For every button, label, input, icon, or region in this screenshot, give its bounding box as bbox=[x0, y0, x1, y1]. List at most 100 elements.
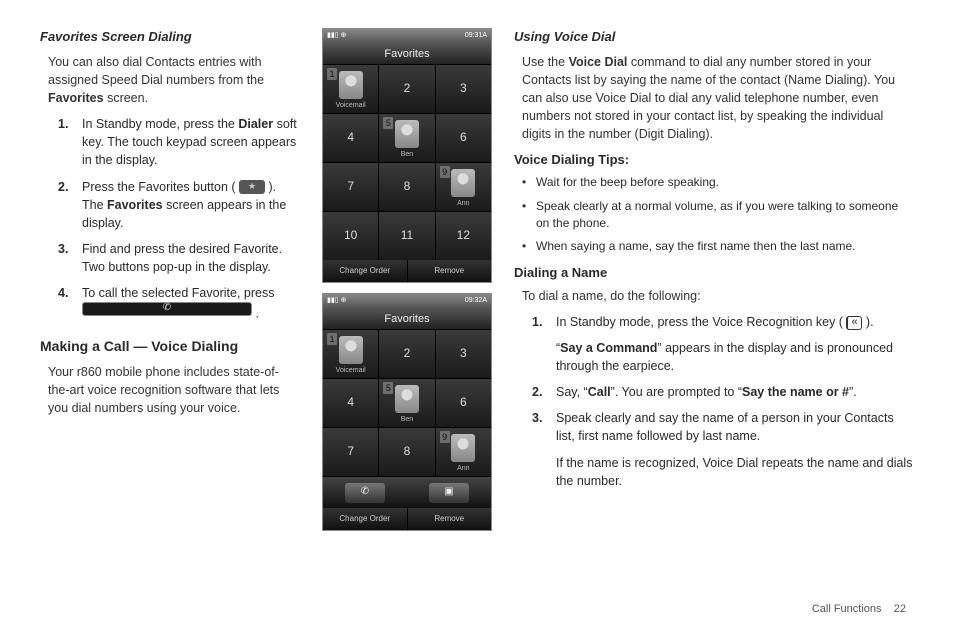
fav-cell[interactable]: 12 bbox=[436, 212, 491, 260]
t: If the name is recognized, Voice Dial re… bbox=[556, 454, 914, 490]
t: Press the Favorites button ( bbox=[82, 180, 239, 194]
avatar-icon bbox=[451, 169, 475, 197]
tips-list: Wait for the beep before speaking. Speak… bbox=[522, 174, 914, 256]
dstep-1: 1.In Standby mode, press the Voice Recog… bbox=[532, 313, 914, 375]
fav-cell[interactable]: 7 bbox=[323, 428, 378, 476]
cell-label: Ann bbox=[436, 199, 491, 209]
voice-intro: Your r860 mobile phone includes state-of… bbox=[48, 363, 300, 417]
fav-cell[interactable]: 3 bbox=[436, 65, 491, 113]
fav-cell[interactable]: 9Ann bbox=[436, 428, 491, 476]
popup-info-button[interactable]: ▣ bbox=[429, 483, 469, 503]
popup-call-button[interactable]: ✆ bbox=[345, 483, 385, 503]
t: Favorites bbox=[48, 91, 104, 105]
heading-voice-dialing: Making a Call — Voice Dialing bbox=[40, 336, 300, 356]
t: . bbox=[252, 307, 259, 321]
fav-cell[interactable]: 8 bbox=[379, 163, 434, 211]
t: Favorites bbox=[107, 198, 163, 212]
t: Call bbox=[588, 385, 611, 399]
t: ”. bbox=[849, 385, 857, 399]
fav-cell[interactable]: 2 bbox=[379, 65, 434, 113]
fav-cell[interactable]: 3 bbox=[436, 330, 491, 378]
bottom-bar: Change OrderRemove bbox=[323, 260, 491, 282]
remove-button[interactable]: Remove bbox=[408, 260, 492, 282]
t: Speak clearly and say the name of a pers… bbox=[556, 411, 894, 443]
status-bar: ▮▮▯ ⊕09:32A bbox=[323, 294, 491, 308]
call-icon bbox=[82, 302, 252, 316]
fav-cell[interactable]: 5Ben bbox=[379, 379, 434, 427]
step-1: 1.In Standby mode, press the Dialer soft… bbox=[58, 115, 300, 169]
t: Dialer bbox=[238, 117, 273, 131]
status-time: 09:31A bbox=[465, 31, 487, 41]
cell-label: Voicemail bbox=[323, 366, 378, 376]
footer-page: 22 bbox=[894, 603, 906, 615]
tip-item: Wait for the beep before speaking. bbox=[522, 174, 914, 191]
fav-cell[interactable]: 1Voicemail bbox=[323, 65, 378, 113]
fav-cell[interactable]: 8 bbox=[379, 428, 434, 476]
t: screen. bbox=[104, 91, 148, 105]
right-column: Using Voice Dial Use the Voice Dial comm… bbox=[514, 28, 914, 616]
t: Use the bbox=[522, 55, 569, 69]
t: Voice Dial bbox=[569, 55, 628, 69]
fav-cell[interactable]: 5Ben bbox=[379, 114, 434, 162]
popup-buttons: ✆ ▣ bbox=[323, 476, 491, 508]
cell-label: Ann bbox=[436, 464, 491, 474]
fav-cell[interactable]: 2 bbox=[379, 330, 434, 378]
cell-label: Ben bbox=[379, 150, 434, 160]
t: To call the selected Favorite, press bbox=[82, 286, 274, 300]
voice-recognition-icon bbox=[846, 316, 862, 330]
left-column: Favorites Screen Dialing You can also di… bbox=[40, 28, 300, 616]
star-icon bbox=[239, 180, 265, 194]
t: Say, “ bbox=[556, 385, 588, 399]
phone-screenshot-1: ▮▮▯ ⊕ 09:31A Favorites 1Voicemail 2 3 4 5… bbox=[322, 28, 492, 283]
fav-cell[interactable]: 9Ann bbox=[436, 163, 491, 211]
voice-dial-intro: Use the Voice Dial command to dial any n… bbox=[522, 53, 914, 144]
heading-favorites-dialing: Favorites Screen Dialing bbox=[40, 28, 300, 47]
change-order-button[interactable]: Change Order bbox=[323, 508, 408, 530]
page-footer: Call Functions 22 bbox=[812, 602, 906, 618]
heading-using-voice-dial: Using Voice Dial bbox=[514, 28, 914, 47]
step-2: 2.Press the Favorites button ( ). The Fa… bbox=[58, 178, 300, 232]
t: Find and press the desired Favorite. Two… bbox=[82, 242, 282, 274]
t: Say a Command bbox=[560, 341, 657, 355]
t: ). bbox=[862, 315, 873, 329]
step-3: 3.Find and press the desired Favorite. T… bbox=[58, 240, 300, 276]
dstep-2: 2.Say, “Call”. You are prompted to “Say … bbox=[532, 383, 914, 401]
avatar-icon bbox=[395, 385, 419, 413]
favorites-grid: 1Voicemail 2 3 4 5Ben 6 7 8 9Ann 10 11 1… bbox=[323, 65, 491, 260]
fav-cell[interactable]: 6 bbox=[436, 114, 491, 162]
t: ”. You are prompted to “ bbox=[611, 385, 742, 399]
t: You can also dial Contacts entries with … bbox=[48, 55, 264, 87]
bottom-bar: Change OrderRemove bbox=[323, 508, 491, 530]
dialing-steps: 1.In Standby mode, press the Voice Recog… bbox=[532, 313, 914, 490]
status-bar: ▮▮▯ ⊕ 09:31A bbox=[323, 29, 491, 43]
tip-item: When saying a name, say the first name t… bbox=[522, 238, 914, 255]
remove-button[interactable]: Remove bbox=[408, 508, 492, 530]
steps-list: 1.In Standby mode, press the Dialer soft… bbox=[58, 115, 300, 326]
fav-cell[interactable]: 10 bbox=[323, 212, 378, 260]
fav-cell[interactable]: 1Voicemail bbox=[323, 330, 378, 378]
heading-dialing-name: Dialing a Name bbox=[514, 264, 914, 283]
fav-cell[interactable]: 4 bbox=[323, 114, 378, 162]
t: Say the name or # bbox=[742, 385, 849, 399]
fav-cell[interactable]: 7 bbox=[323, 163, 378, 211]
dialing-intro: To dial a name, do the following: bbox=[522, 287, 914, 305]
phone-screenshot-2: ▮▮▯ ⊕09:32A Favorites 1Voicemail 2 3 4 5… bbox=[322, 293, 492, 531]
fav-cell[interactable]: 11 bbox=[379, 212, 434, 260]
signal-icon: ▮▮▯ ⊕ bbox=[327, 31, 346, 41]
fav-cell[interactable]: 6 bbox=[436, 379, 491, 427]
t: In Standby mode, press the bbox=[82, 117, 238, 131]
footer-section: Call Functions bbox=[812, 603, 882, 615]
avatar-icon bbox=[451, 434, 475, 462]
intro-text: You can also dial Contacts entries with … bbox=[48, 53, 300, 107]
favorites-grid: 1Voicemail 2 3 4 5Ben 6 7 8 9Ann bbox=[323, 330, 491, 476]
avatar-icon bbox=[339, 71, 363, 99]
fav-cell[interactable]: 4 bbox=[323, 379, 378, 427]
screen-title: Favorites bbox=[323, 43, 491, 65]
tip-item: Speak clearly at a normal volume, as if … bbox=[522, 198, 914, 233]
dstep-3: 3.Speak clearly and say the name of a pe… bbox=[532, 409, 914, 490]
heading-tips: Voice Dialing Tips: bbox=[514, 151, 914, 170]
step-4: 4.To call the selected Favorite, press . bbox=[58, 284, 300, 326]
avatar-icon bbox=[395, 120, 419, 148]
t: In Standby mode, press the Voice Recogni… bbox=[556, 315, 846, 329]
change-order-button[interactable]: Change Order bbox=[323, 260, 408, 282]
